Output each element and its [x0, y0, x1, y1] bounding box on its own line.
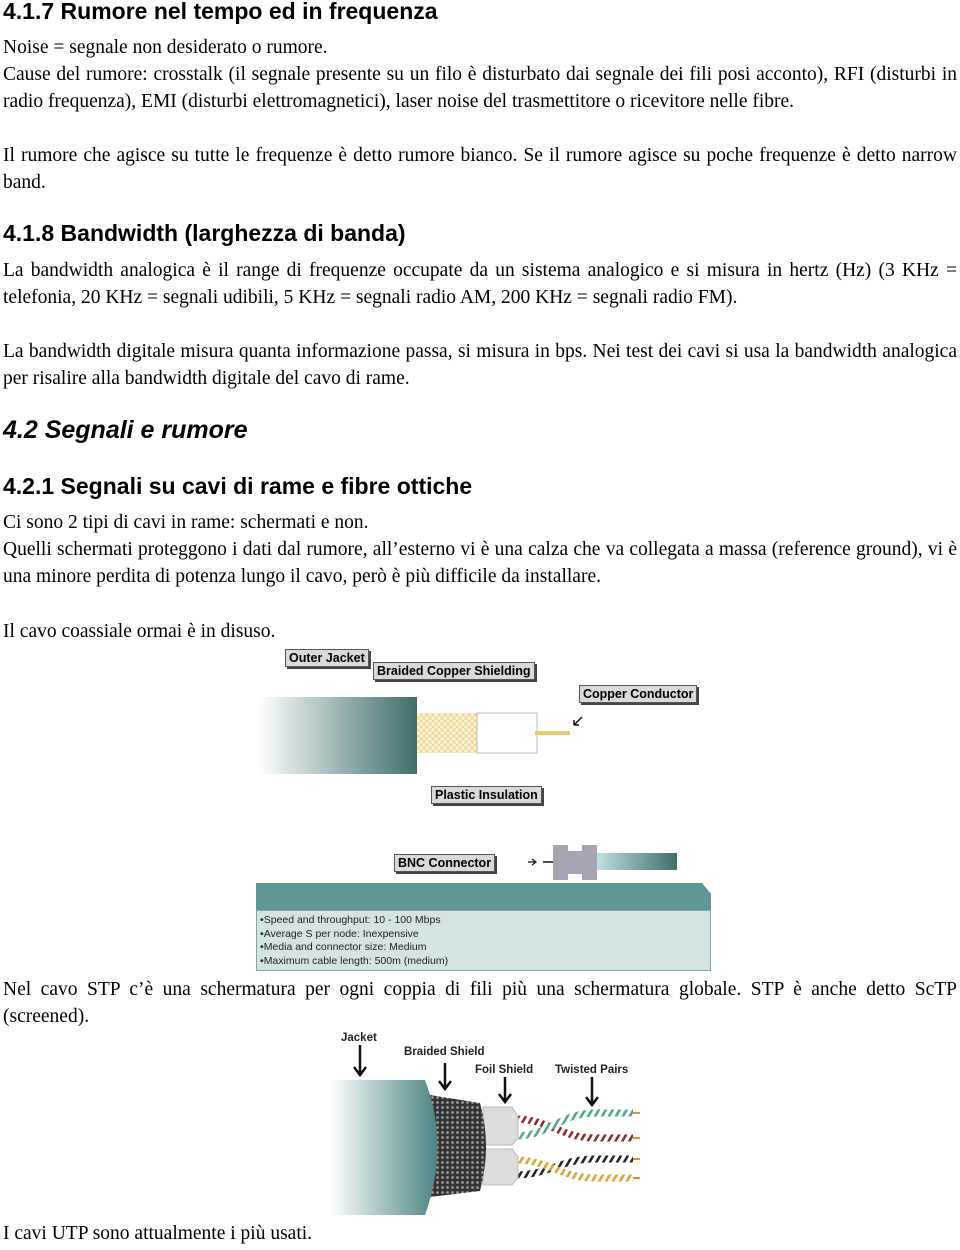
arrow-icon: [573, 716, 583, 726]
label-jacket: Jacket: [341, 1032, 377, 1044]
coax-specs-panel: Speed and throughput: 10 - 100 Mbps Aver…: [256, 883, 711, 971]
braided-shielding-shape: [417, 713, 477, 753]
specs-panel-header: [256, 883, 711, 910]
specs-panel-body: Speed and throughput: 10 - 100 Mbps Aver…: [256, 910, 711, 971]
foil-shield-shape: [482, 1148, 519, 1186]
paragraph-analog-bandwidth: La bandwidth analogica è il range di fre…: [3, 260, 957, 308]
paragraph-noise-definition: Noise = segnale non desiderato o rumore.: [3, 37, 328, 58]
spec-item: Speed and throughput: 10 - 100 Mbps: [260, 914, 710, 928]
paragraph-shielded-cables: Quelli schermati proteggono i dati dal r…: [3, 539, 957, 587]
arrow-icon: [438, 1063, 452, 1092]
outer-jacket-shape: [258, 697, 417, 774]
section-heading-4-2: 4.2 Segnali e rumore: [3, 416, 248, 444]
paragraph-copper-cable-types: Ci sono 2 tipi di cavi in rame: schermat…: [3, 512, 369, 533]
section-heading-4-1-7: 4.1.7 Rumore nel tempo ed in frequenza: [3, 0, 438, 24]
spec-item: Maximum cable length: 500m (medium): [260, 955, 710, 969]
paragraph-utp: I cavi UTP sono attualmente i più usati.: [3, 1223, 313, 1244]
arrow-icon: [498, 1077, 512, 1105]
paragraph-noise-causes: Cause del rumore: crosstalk (il segnale …: [3, 64, 957, 112]
paragraph-stp: Nel cavo STP c’è una schermatura per ogn…: [3, 979, 957, 1027]
braided-shield-shape: [430, 1095, 486, 1197]
specs-list: Speed and throughput: 10 - 100 Mbps Aver…: [257, 911, 710, 968]
arrow-icon: [585, 1077, 599, 1108]
label-copper-conductor: Copper Conductor: [579, 685, 698, 703]
foil-shield-shape: [482, 1106, 519, 1146]
label-plastic-insulation: Plastic Insulation: [431, 786, 542, 804]
arrow-icon: [528, 858, 537, 866]
label-braided-shield: Braided Shield: [404, 1046, 485, 1058]
label-braided-copper-shielding: Braided Copper Shielding: [373, 662, 535, 680]
spec-item: Media and connector size: Medium: [260, 941, 710, 955]
label-bnc-connector: BNC Connector: [394, 854, 496, 872]
label-foil-shield: Foil Shield: [475, 1064, 534, 1076]
section-heading-4-2-1: 4.2.1 Segnali su cavi di rame e fibre ot…: [3, 473, 473, 499]
label-outer-jacket: Outer Jacket: [285, 649, 369, 667]
jacket-shape: [330, 1080, 438, 1215]
paragraph-white-noise: Il rumore che agisce su tutte le frequen…: [3, 145, 957, 193]
bnc-cable-shape: [597, 853, 677, 870]
section-heading-4-1-8: 4.1.8 Bandwidth (larghezza di banda): [3, 220, 406, 246]
bnc-connector-shape: [553, 845, 597, 880]
plastic-insulation-shape: [476, 712, 538, 754]
paragraph-digital-bandwidth: La bandwidth digitale misura quanta info…: [3, 341, 957, 389]
spec-item: Average S per node: Inexpensive: [260, 928, 710, 942]
arrow-icon: [353, 1045, 367, 1078]
label-twisted-pairs: Twisted Pairs: [555, 1064, 629, 1076]
